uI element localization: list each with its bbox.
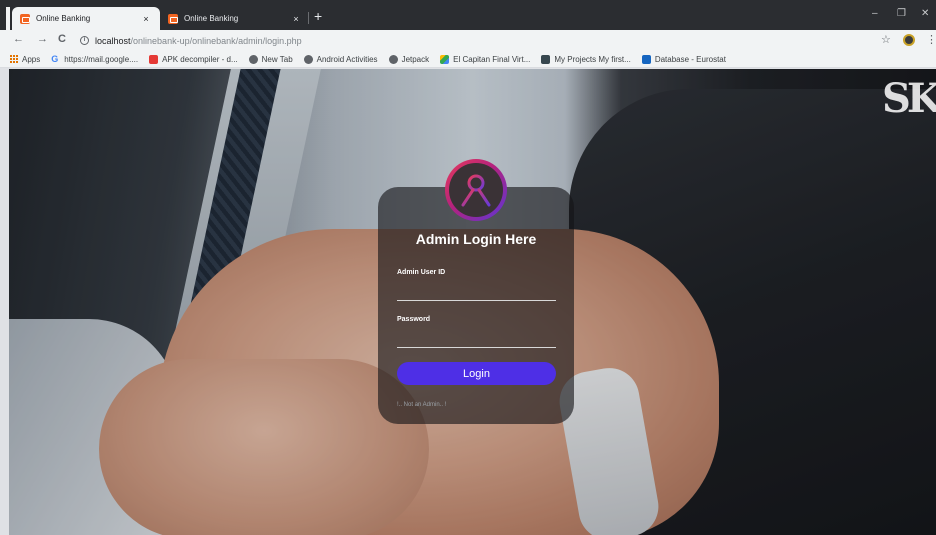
- login-card: [378, 187, 574, 424]
- bookmark-eurostat[interactable]: Database - Eurostat: [641, 54, 726, 64]
- not-admin-link[interactable]: !.. Not an Admin.. !: [397, 402, 446, 408]
- login-button[interactable]: Login: [397, 362, 556, 385]
- admin-user-id-label: Admin User ID: [397, 269, 446, 276]
- reload-icon[interactable]: C: [58, 33, 66, 45]
- browser-menu-icon[interactable]: ⋮: [926, 33, 936, 46]
- bookmark-jetpack[interactable]: Jetpack: [388, 54, 430, 64]
- brand-logo: SK: [882, 75, 936, 122]
- bookmark-new-tab[interactable]: New Tab: [248, 54, 293, 64]
- eurostat-icon: [641, 54, 651, 64]
- bookmark-label: New Tab: [261, 54, 293, 64]
- bookmark-label: Jetpack: [401, 54, 430, 64]
- tab-close-icon[interactable]: ×: [290, 14, 302, 24]
- tab-online-banking[interactable]: Online Banking ×: [160, 7, 310, 30]
- user-icon: [449, 163, 503, 217]
- password-label: Password: [397, 316, 431, 323]
- url-host: localhost: [95, 35, 131, 46]
- tab-title: Online Banking: [184, 14, 239, 23]
- bookmark-star-icon[interactable]: ☆: [881, 33, 891, 46]
- globe-icon: [248, 54, 258, 64]
- bookmark-el-capitan[interactable]: El Capitan Final Virt...: [440, 54, 531, 64]
- admin-avatar: [445, 159, 507, 221]
- bank-favicon-icon: [20, 13, 30, 24]
- forward-arrow-icon[interactable]: →: [37, 33, 48, 45]
- drive-icon: [440, 54, 450, 64]
- bookmark-apps[interactable]: Apps: [10, 55, 40, 64]
- bookmark-android-activities[interactable]: Android Activities: [303, 54, 378, 64]
- bookmark-label: El Capitan Final Virt...: [453, 54, 531, 64]
- bookmark-label: https://mail.google....: [64, 54, 139, 64]
- address-bar[interactable]: i localhost /onlinebank-up/onlinebank/ad…: [76, 32, 866, 49]
- bookmark-my-projects[interactable]: My Projects My first...: [541, 54, 631, 64]
- google-g-icon: G: [51, 53, 59, 64]
- close-window-icon[interactable]: ✕: [921, 8, 929, 19]
- bookmark-label: Apps: [22, 54, 41, 64]
- bookmarks-bar: Apps G https://mail.google.... APK decom…: [0, 51, 936, 68]
- bookmark-label: My Projects My first...: [554, 54, 631, 64]
- tab-title: Online Banking: [36, 14, 91, 23]
- bookmark-label: APK decompiler - d...: [162, 54, 238, 64]
- tab-strip-edge: [6, 7, 10, 30]
- tab-separator: [308, 12, 309, 24]
- browser-tab-strip: Online Banking × Online Banking × + – ❐ …: [0, 0, 936, 30]
- tab-close-icon[interactable]: ×: [140, 14, 152, 24]
- project-icon: [541, 54, 551, 64]
- globe-icon: [388, 54, 398, 64]
- site-info-icon[interactable]: i: [80, 36, 89, 45]
- login-title: Admin Login Here: [415, 231, 537, 247]
- back-arrow-icon[interactable]: ←: [13, 33, 24, 45]
- bank-favicon-icon: [168, 13, 178, 24]
- bookmark-label: Database - Eurostat: [654, 54, 726, 64]
- url-path: /onlinebank-up/onlinebank/admin/login.ph…: [130, 35, 302, 46]
- bookmark-apk-decompiler[interactable]: APK decompiler - d...: [149, 54, 238, 64]
- extension-icon[interactable]: [903, 34, 915, 46]
- bookmark-gmail[interactable]: G https://mail.google....: [51, 53, 139, 64]
- browser-toolbar: ← → C i localhost /onlinebank-up/onlineb…: [0, 30, 936, 51]
- minimize-icon[interactable]: –: [872, 8, 878, 19]
- maximize-icon[interactable]: ❐: [897, 8, 906, 19]
- new-tab-button[interactable]: +: [314, 9, 322, 23]
- apps-grid-icon: [10, 55, 18, 63]
- apk-icon: [149, 54, 159, 64]
- tab-online-banking-active[interactable]: Online Banking ×: [12, 7, 160, 30]
- page-viewport: SK Admin Login Here Admin User ID Passwo…: [9, 69, 936, 535]
- admin-user-id-input[interactable]: [397, 283, 556, 301]
- bookmark-label: Android Activities: [316, 54, 378, 64]
- android-icon: [303, 54, 313, 64]
- password-input[interactable]: [397, 330, 556, 348]
